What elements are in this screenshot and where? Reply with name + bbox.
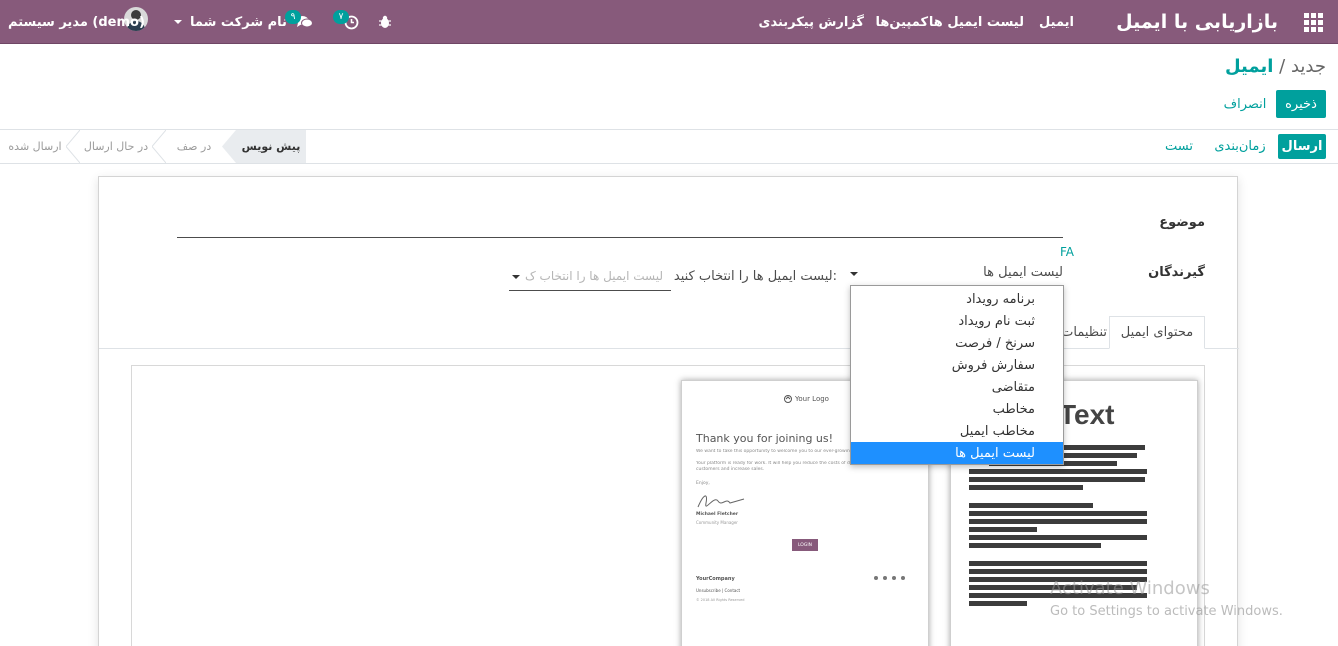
caret-down-icon (174, 20, 182, 24)
tab-settings[interactable]: تنظیمات (1063, 316, 1107, 349)
dropdown-option-contact[interactable]: مخاطب (851, 398, 1063, 420)
test-button[interactable]: تست (1160, 134, 1198, 159)
recipients-label: گیرندگان (1148, 265, 1205, 280)
stage-chevron-sending (66, 130, 80, 163)
dropdown-option-event-registration[interactable]: ثبت نام رویداد (851, 310, 1063, 332)
breadcrumb-current: جدید (1290, 56, 1326, 77)
mailing-list-underline (509, 290, 671, 291)
subject-label: موضوع (1159, 215, 1205, 230)
windows-activation-watermark-text: Go to Settings to activate Windows. (1050, 604, 1283, 619)
user-menu[interactable]: مدیر سیستم (demo) (8, 0, 145, 44)
stage-chevron-draft (222, 130, 236, 163)
breadcrumb-separator: / (1279, 56, 1286, 77)
status-bar: ارسال زمان‌بندی تست پیش نویس در صف در حا… (0, 129, 1338, 164)
template-logo-text: Your Logo (795, 395, 829, 403)
dropdown-option-lead-opportunity[interactable]: سرنخ / فرصت (851, 332, 1063, 354)
template-signer-role: Community Manager (696, 520, 738, 525)
template-company: YourCompany (696, 576, 735, 582)
menu-item-email[interactable]: ایمیل (1039, 0, 1074, 44)
mailing-list-input[interactable]: لیست ایمیل ها را انتخاب ک (525, 269, 669, 283)
template-enjoy: Enjoy, (696, 481, 710, 486)
mailing-list-caret-icon (512, 275, 520, 279)
google-plus-icon (883, 576, 887, 580)
company-name: نام شرکت شما (190, 14, 287, 30)
messages-chat-icon[interactable] (296, 0, 316, 44)
stage-draft[interactable]: پیش نویس (236, 130, 306, 163)
menu-item-mailing-lists[interactable]: لیست ایمیل ها (929, 0, 1024, 44)
breadcrumb: جدید / ایمیل (1225, 56, 1326, 77)
menu-item-configuration[interactable]: پیکربندی (759, 0, 814, 44)
recipients-caret-icon (850, 272, 858, 276)
placeholder-text-line (969, 527, 1037, 532)
dropdown-option-event-schedule[interactable]: برنامه رویداد (851, 288, 1063, 310)
logo-placeholder-icon (784, 395, 792, 403)
breadcrumb-parent[interactable]: ایمیل (1225, 56, 1273, 77)
placeholder-text-line (969, 535, 1147, 540)
placeholder-text-line (969, 477, 1145, 482)
stage-queued[interactable]: در صف (166, 130, 222, 163)
template-heading: Thank you for joining us! (696, 432, 834, 445)
placeholder-text-line (969, 601, 1027, 606)
subject-input[interactable] (177, 237, 1063, 238)
stage-sent[interactable]: ارسال شده (4, 130, 66, 163)
activity-clock-icon[interactable] (344, 0, 364, 44)
facebook-icon (874, 576, 878, 580)
placeholder-text-line (969, 485, 1083, 490)
mailing-list-label: لیست ایمیل ها را انتخاب کنید: (673, 269, 837, 284)
template-footer-links: Unsubscribe | Contact (696, 588, 741, 593)
recipients-select[interactable]: لیست ایمیل ها (983, 265, 1063, 280)
template-signer: Michael Fletcher (696, 512, 739, 517)
linkedin-icon (892, 576, 896, 580)
placeholder-text-line (969, 569, 1147, 574)
activity-count-badge: ۷ (333, 10, 349, 24)
company-switcher[interactable]: نام شرکت شما (174, 0, 287, 44)
app-brand[interactable]: بازاریابی با ایمیل (1116, 0, 1278, 44)
recipients-dropdown: برنامه رویداد ثبت نام رویداد سرنخ / فرصت… (850, 285, 1064, 465)
template-copyright: © 2018 All Rights Reserved (696, 598, 745, 602)
send-button[interactable]: ارسال (1278, 134, 1326, 159)
language-tag[interactable]: FA (1060, 245, 1074, 259)
form-sheet: موضوع FA گیرندگان لیست ایمیل ها لیست ایم… (98, 176, 1239, 646)
placeholder-text-line (969, 469, 1147, 474)
twitter-icon (901, 576, 905, 580)
dropdown-option-sales-order[interactable]: سفارش فروش (851, 354, 1063, 376)
schedule-button[interactable]: زمان‌بندی (1210, 134, 1270, 159)
dropdown-option-applicant[interactable]: متقاضی (851, 376, 1063, 398)
template-login-button: LOGIN (792, 539, 818, 551)
debug-bug-icon[interactable] (378, 0, 396, 44)
windows-activation-watermark-title: Activate Windows (1050, 578, 1210, 599)
message-count-badge: ۹ (285, 10, 301, 24)
menu-item-reporting[interactable]: گزارش (818, 0, 864, 44)
placeholder-text-line (969, 561, 1147, 566)
placeholder-text-line (969, 543, 1101, 548)
placeholder-text-line (969, 511, 1147, 516)
stage-sending[interactable]: در حال ارسال (80, 130, 152, 163)
placeholder-text-line (969, 519, 1147, 524)
discard-button[interactable]: انصراف (1222, 90, 1268, 118)
save-button[interactable]: ذخیره (1276, 90, 1326, 118)
stage-chevron-queued (152, 130, 166, 163)
placeholder-text-line (969, 503, 1093, 508)
dropdown-option-mailing-list[interactable]: لیست ایمیل ها (851, 442, 1063, 464)
tab-mail-body[interactable]: محتوای ایمیل (1109, 316, 1205, 349)
menu-item-campaigns[interactable]: کمپین‌ها (876, 0, 928, 44)
top-navbar: بازاریابی با ایمیل ایمیل لیست ایمیل ها ک… (0, 0, 1338, 44)
apps-menu-icon[interactable] (1304, 0, 1324, 44)
dropdown-option-mailing-contact[interactable]: مخاطب ایمیل (851, 420, 1063, 442)
signature-image (697, 495, 745, 508)
template-plain-title: Text (1059, 399, 1115, 430)
